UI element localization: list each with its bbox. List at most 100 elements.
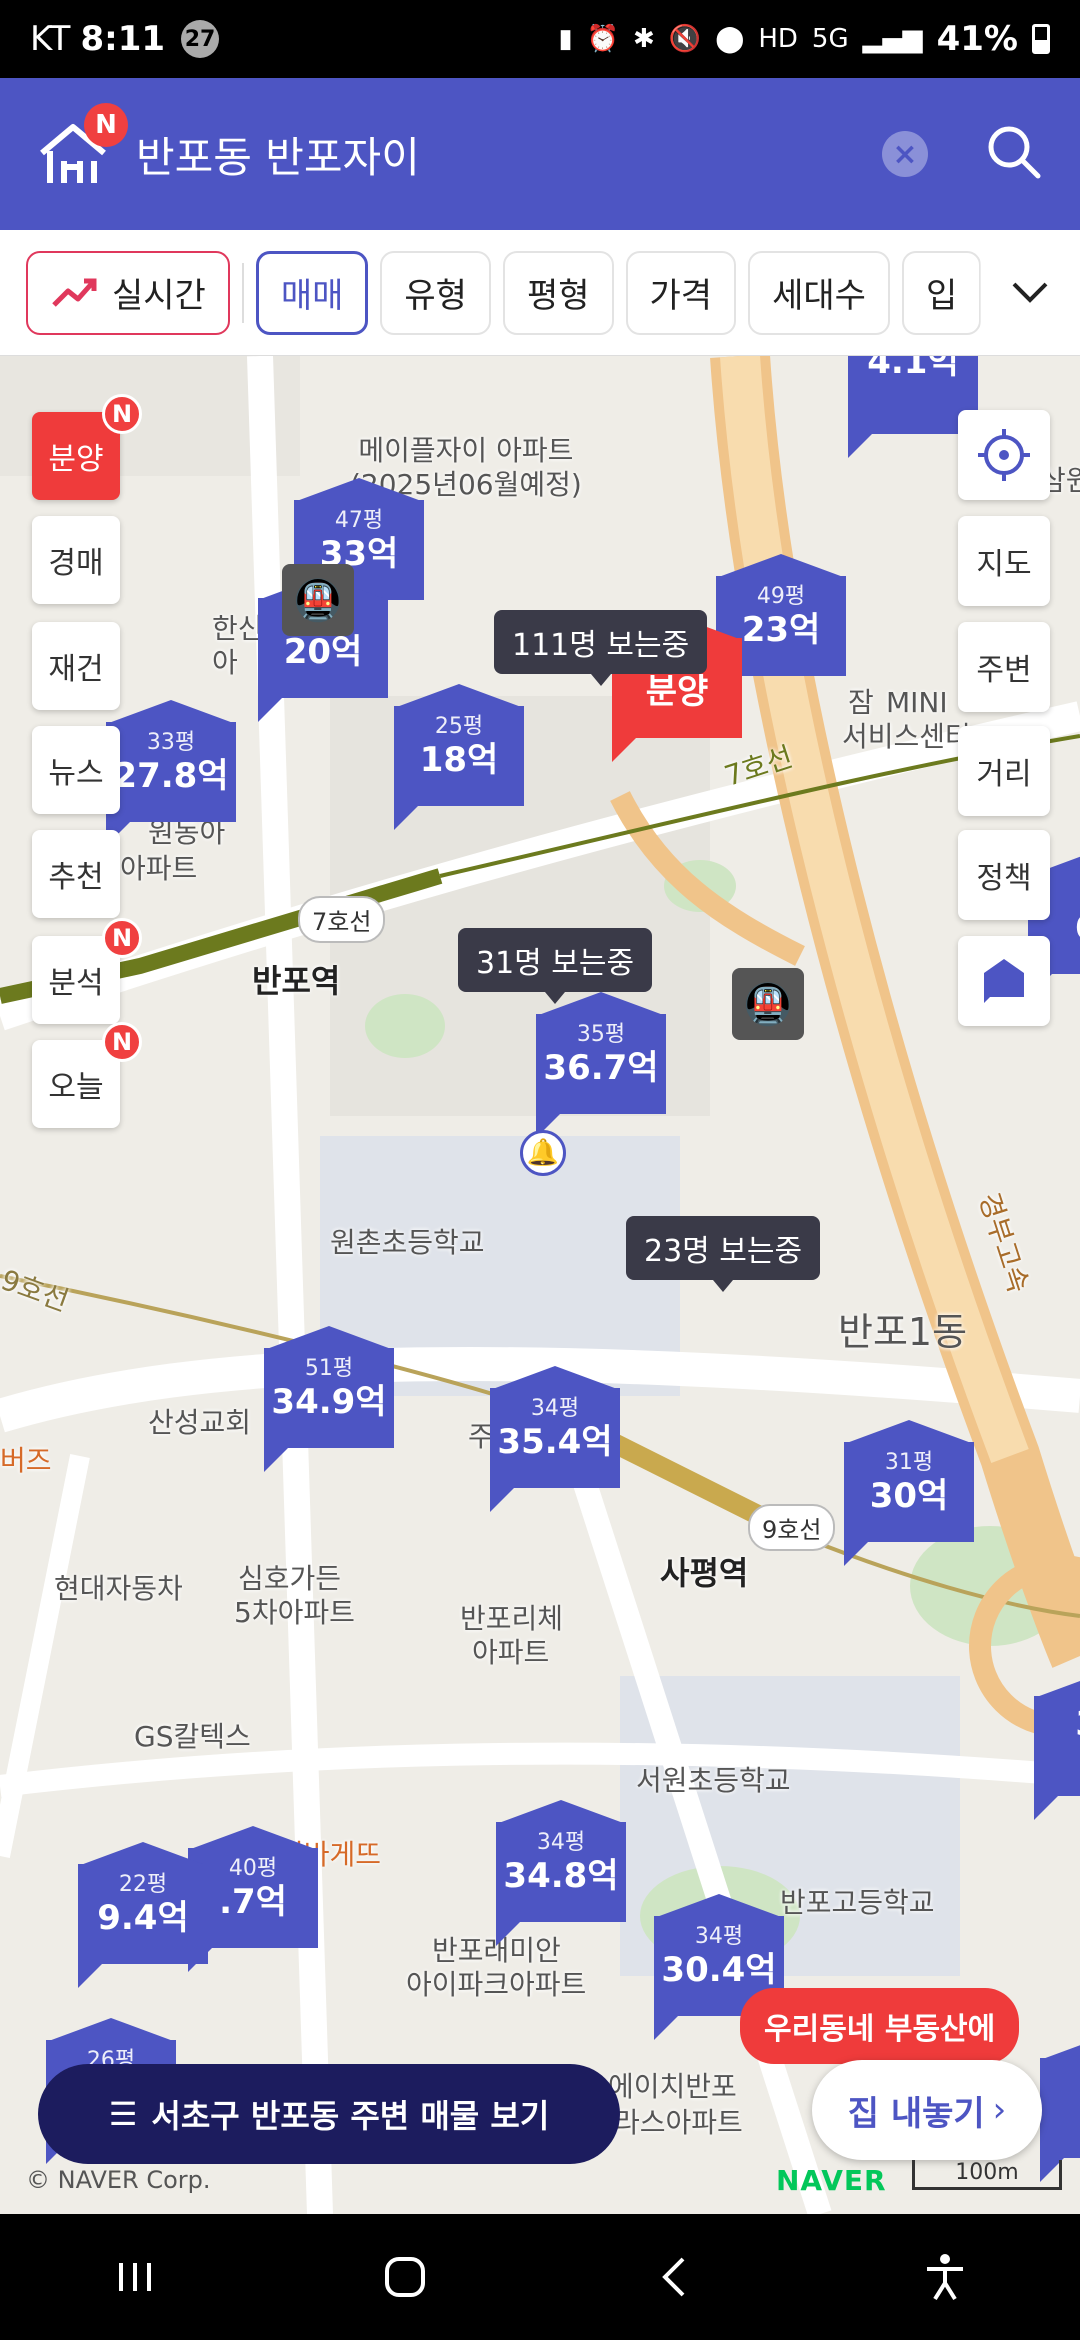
label-banpo-high: 반포고등학교: [780, 1886, 935, 1919]
marker-toggle-button[interactable]: [958, 936, 1050, 1026]
side-button-recommend[interactable]: 추천: [32, 830, 120, 918]
naver-logo: NAVER: [776, 2164, 887, 2197]
distance-button[interactable]: 거리: [958, 726, 1050, 816]
filter-chip-trade[interactable]: 매매: [255, 250, 369, 335]
trend-up-icon: [52, 278, 97, 307]
search-input[interactable]: 반포동 반포자이: [136, 124, 882, 185]
price-marker[interactable]: 25평 18억: [394, 684, 524, 830]
side-button-news[interactable]: 뉴스: [32, 726, 120, 814]
home-button[interactable]: [345, 2237, 465, 2317]
label-sapyeong-station: 사평역: [660, 1554, 749, 1592]
map-scale: 100m: [912, 2160, 1062, 2190]
filter-chip-move-in[interactable]: 입: [901, 250, 982, 335]
filter-chip-type[interactable]: 유형: [380, 250, 491, 335]
policy-button[interactable]: 정책: [958, 830, 1050, 920]
label-seowon-school: 서원초등학교: [636, 1764, 791, 1797]
signal-icon: ▂▄▆: [862, 24, 923, 54]
price-marker[interactable]: 34평 34.8억: [496, 1800, 626, 1946]
notification-count-badge: 27: [181, 20, 220, 58]
price-marker-selected[interactable]: 35평 36.7억: [536, 992, 666, 1138]
chevron-right-icon: ›: [992, 2090, 1007, 2130]
side-button-today[interactable]: 오늘 N: [32, 1022, 142, 1128]
label-hchi2: 라스아파트: [614, 2106, 743, 2139]
filter-bar: 실시간 매매 유형 평형 가격 세대수 입: [0, 230, 1080, 356]
side-button-auction[interactable]: 경매: [32, 516, 120, 604]
back-button[interactable]: [615, 2237, 735, 2317]
filter-chip-area[interactable]: 평형: [502, 250, 614, 335]
label-simho2: 5차아파트: [234, 1596, 355, 1629]
status-bar: KT 8:11 27 ▮ ⏰ ✱ 🔇 ⬤ HD 5G ▂▄▆ 41%: [0, 0, 1080, 78]
side-button-reconstruction[interactable]: 재건: [32, 622, 120, 710]
crosshair-icon: [978, 429, 1030, 481]
price-marker[interactable]: 22평 9.4억: [78, 1842, 208, 1988]
realtime-label: 실시간: [112, 276, 206, 316]
recent-apps-button[interactable]: [75, 2237, 195, 2317]
agent-promo-bubble[interactable]: 우리동네 부동산에: [740, 1988, 1020, 2064]
price-marker[interactable]: 51평 34.9억: [264, 1326, 394, 1472]
price-marker-edge[interactable]: 31: [1034, 1674, 1080, 1820]
label-banpo1dong: 반포1동: [838, 1310, 968, 1354]
house-marker-icon: [984, 959, 1024, 1003]
label-hansin: 한신: [212, 612, 264, 645]
location-icon: ⬤: [715, 24, 745, 54]
label-hchi: 에이치반포: [608, 2070, 737, 2103]
label-banpo-richi2: 아파트: [472, 1636, 550, 1669]
label-hansin2: 아: [212, 646, 238, 679]
status-icons: ▮ ⏰ ✱ 🔇 ⬤ HD 5G ▂▄▆ 41%: [558, 19, 1050, 59]
side-button-presale[interactable]: 분양 N: [32, 394, 142, 500]
label-raemian2: 아이파크아파트: [406, 1968, 587, 2001]
new-badge: N: [102, 394, 142, 434]
label-simho: 심호가든: [238, 1562, 342, 1595]
home-logo-button[interactable]: N: [36, 103, 128, 191]
map-layer-button[interactable]: 지도: [958, 516, 1050, 606]
accessibility-button[interactable]: [885, 2237, 1005, 2317]
nearby-button[interactable]: 주변: [958, 622, 1050, 712]
back-icon: [662, 2257, 685, 2297]
map-view[interactable]: 메이플자이 아파트 (2025년06월예정) 한신 아 MINI 서비스센터 잠 …: [0, 356, 1080, 2214]
home-circle-icon: [385, 2257, 425, 2297]
viewing-count-bubble: 31명 보는중: [458, 928, 653, 1004]
label-gs: GS칼텍스: [134, 1720, 251, 1753]
accessibility-icon: [927, 2254, 963, 2301]
subway-icon[interactable]: 🚇: [282, 564, 354, 636]
label-sanseong-church: 산성교회: [148, 1406, 252, 1439]
viewing-count-bubble: 111명 보는중: [494, 610, 708, 686]
search-icon: [988, 126, 1041, 179]
price-marker[interactable]: 33평 27.8억: [106, 700, 236, 846]
list-my-house-button[interactable]: 집 내놓기 ›: [812, 2060, 1042, 2160]
viewing-count-bubble: 23명 보는중: [626, 1216, 821, 1292]
search-button[interactable]: [984, 122, 1044, 186]
new-badge: N: [102, 918, 142, 958]
price-marker[interactable]: 31평 30억: [844, 1420, 974, 1566]
search-header: N 반포동 반포자이 ×: [0, 78, 1080, 230]
new-badge: N: [102, 1022, 142, 1062]
price-marker[interactable]: 34평 35.4억: [490, 1366, 620, 1512]
new-badge: N: [84, 103, 128, 147]
alarm-icon: ⏰: [586, 24, 620, 54]
label-jam: 잠: [848, 686, 874, 719]
side-button-analysis[interactable]: 분석 N: [32, 918, 142, 1024]
line7-tag: 7호선: [298, 896, 386, 943]
mute-icon: 🔇: [668, 24, 702, 54]
realtime-filter-chip[interactable]: 실시간: [26, 250, 230, 335]
bell-icon[interactable]: 🔔: [520, 1130, 566, 1176]
clear-search-button[interactable]: ×: [882, 131, 928, 177]
price-marker-edge[interactable]: 20: [1040, 2036, 1080, 2182]
network-type-icon: 5G: [811, 24, 849, 54]
battery-saver-icon: ▮: [558, 24, 573, 54]
recent-apps-icon: [119, 2263, 151, 2291]
my-location-button[interactable]: [958, 410, 1050, 500]
filter-chip-households[interactable]: 세대수: [748, 250, 890, 335]
label-mini2: 서비스센터: [842, 720, 971, 753]
nearby-listings-button[interactable]: ☰ 서초구 반포동 주변 매물 보기: [38, 2064, 620, 2164]
battery-icon: [1032, 24, 1050, 54]
label-hyundai: 현대자동차: [54, 1572, 183, 1605]
label-banpo-station: 반포역: [252, 962, 341, 1000]
label-wondong2: 아파트: [120, 852, 198, 885]
list-icon: ☰: [108, 2095, 138, 2133]
label-banpo-richi: 반포리체: [460, 1602, 564, 1635]
filter-chip-price[interactable]: 가격: [625, 250, 737, 335]
subway-icon[interactable]: 🚇: [732, 968, 804, 1040]
label-burger: 버즈: [0, 1444, 52, 1477]
expand-filters-button[interactable]: [980, 230, 1080, 354]
